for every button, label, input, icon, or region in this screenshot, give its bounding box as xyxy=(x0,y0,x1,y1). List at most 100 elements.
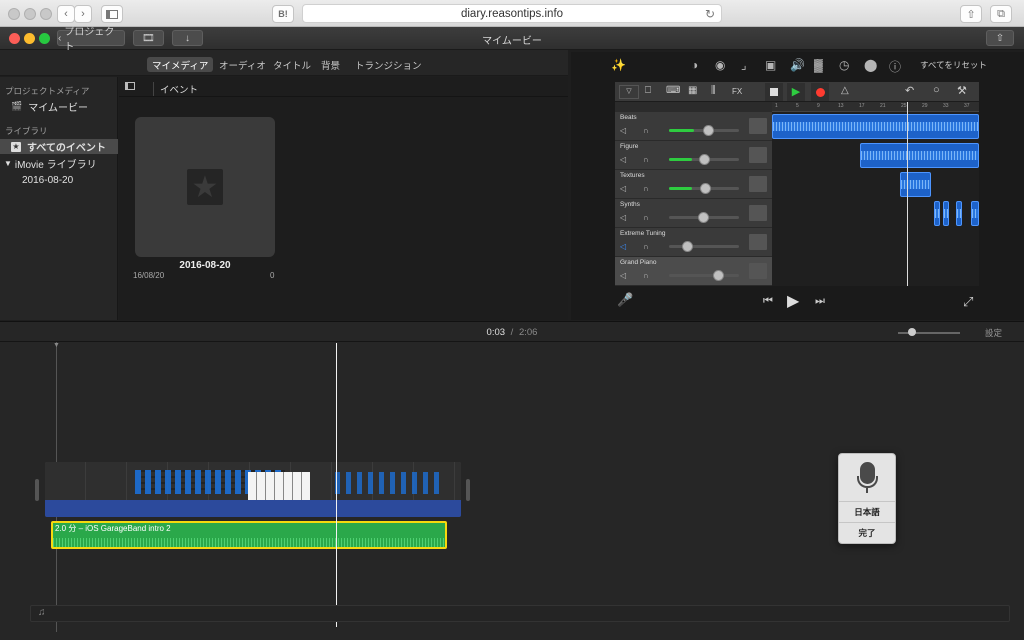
headphones-icon[interactable]: ∩ xyxy=(643,126,649,135)
tabs-overview-button[interactable]: ⧉ xyxy=(990,5,1012,23)
stabilization-icon[interactable]: ▣ xyxy=(765,58,776,72)
track-volume-slider[interactable] xyxy=(669,183,739,194)
audio-clip[interactable]: 2.0 分 – iOS GarageBand intro 2 xyxy=(51,521,447,549)
dictation-done-button[interactable]: 完了 xyxy=(839,522,895,543)
skip-back-icon[interactable]: ⏮ xyxy=(763,295,773,308)
track-volume-slider[interactable] xyxy=(669,125,739,136)
dictation-language-button[interactable]: 日本語 xyxy=(839,501,895,522)
speed-icon[interactable]: ◷ xyxy=(839,58,849,72)
address-bar[interactable]: diary.reasontips.info ↻ xyxy=(302,4,722,23)
timeline-playhead[interactable] xyxy=(336,343,337,627)
sidebar-toggle-button[interactable] xyxy=(101,5,123,23)
track-header[interactable]: Beats ◁ ∩ xyxy=(615,112,772,141)
crop-icon[interactable]: ⌟ xyxy=(741,58,747,72)
zoom-window-button[interactable] xyxy=(40,8,52,20)
track-volume-slider[interactable] xyxy=(669,154,739,165)
magic-wand-icon[interactable]: ✨ xyxy=(611,58,626,72)
volume-knob[interactable] xyxy=(699,154,710,165)
track-header[interactable]: Textures ◁ ∩ xyxy=(615,170,772,199)
clip-left-handle[interactable] xyxy=(35,479,39,501)
sidebar-item-all-events[interactable]: ★ すべてのイベント xyxy=(0,139,118,154)
record-button[interactable] xyxy=(811,83,829,101)
gb-playhead[interactable] xyxy=(907,102,908,286)
track-volume-slider[interactable] xyxy=(669,212,739,223)
tab-audio[interactable]: オーディオ xyxy=(214,57,271,72)
forward-button[interactable]: › xyxy=(74,5,92,23)
share-project-button[interactable]: ⇧ xyxy=(986,30,1014,46)
undo-icon[interactable]: ↶ xyxy=(905,84,914,97)
track-header[interactable]: Synths ◁ ∩ xyxy=(615,199,772,228)
volume-knob[interactable] xyxy=(713,270,724,281)
mute-speaker-icon[interactable]: ◁ xyxy=(620,155,626,164)
tracks-view-icon[interactable]: ⎕ xyxy=(645,85,651,96)
mute-speaker-icon[interactable]: ◁ xyxy=(620,271,626,280)
sidebar-toggle-icon[interactable] xyxy=(125,82,135,90)
track-header[interactable]: Extreme Tuning ◁ ∩ xyxy=(615,228,772,257)
filters-icon[interactable]: ⬤ xyxy=(864,58,877,72)
mixer-icon[interactable]: ⫼ xyxy=(711,85,716,96)
back-button[interactable]: ‹ xyxy=(57,5,75,23)
sidebar-item-my-movie[interactable]: 🎬 マイムービー xyxy=(0,99,118,114)
sidebar-item-event-date[interactable]: 2016-08-20 xyxy=(0,173,118,188)
region-textures[interactable] xyxy=(900,172,931,197)
reload-icon[interactable]: ↻ xyxy=(705,7,715,21)
grid-icon[interactable]: ▦ xyxy=(688,85,697,96)
volume-knob[interactable] xyxy=(703,125,714,136)
video-clip[interactable] xyxy=(45,462,461,517)
wrench-icon[interactable]: ⚒ xyxy=(957,84,967,97)
tab-titles[interactable]: タイトル xyxy=(268,57,316,72)
dropdown-icon[interactable]: ▽ xyxy=(619,85,639,99)
region-synths-1[interactable] xyxy=(934,201,940,226)
clip-right-handle[interactable] xyxy=(466,479,470,501)
tab-transitions[interactable]: トランジション xyxy=(350,57,427,72)
voiceover-mic-icon[interactable]: 🎤 xyxy=(617,292,633,308)
headphones-icon[interactable]: ∩ xyxy=(643,242,649,251)
color-balance-icon[interactable]: ◑ xyxy=(691,58,698,72)
tab-backgrounds[interactable]: 背景 xyxy=(316,57,345,72)
fx-button[interactable]: FX xyxy=(732,87,742,96)
share-button[interactable]: ⇧ xyxy=(960,5,982,23)
headphones-icon[interactable]: ∩ xyxy=(643,271,649,280)
event-thumbnail[interactable]: ★ xyxy=(135,117,275,257)
region-synths-3[interactable] xyxy=(956,201,962,226)
loop-icon[interactable]: ○ xyxy=(933,84,940,96)
headphones-icon[interactable]: ∩ xyxy=(643,155,649,164)
track-header[interactable]: Figure ◁ ∩ xyxy=(615,141,772,170)
headphones-icon[interactable]: ∩ xyxy=(643,213,649,222)
equalizer-icon[interactable]: ▓ xyxy=(814,58,823,72)
metronome-icon[interactable]: △ xyxy=(841,85,849,96)
mute-speaker-icon[interactable]: ◁ xyxy=(620,242,626,251)
play-button[interactable]: ▶ xyxy=(787,83,805,101)
track-volume-slider[interactable] xyxy=(669,270,739,281)
timeline-settings-button[interactable]: 設定 xyxy=(985,327,1002,339)
zoom-slider[interactable] xyxy=(898,328,960,336)
volume-knob[interactable] xyxy=(698,212,709,223)
background-music-well[interactable]: ♫ xyxy=(30,605,1010,622)
track-volume-slider[interactable] xyxy=(669,241,739,252)
volume-knob[interactable] xyxy=(700,183,711,194)
headphones-icon[interactable]: ∩ xyxy=(643,184,649,193)
mute-speaker-icon[interactable]: ◁ xyxy=(620,213,626,222)
mute-speaker-icon[interactable]: ◁ xyxy=(620,184,626,193)
zoom-slider-knob[interactable] xyxy=(908,328,916,336)
tab-my-media[interactable]: マイメディア xyxy=(147,57,214,72)
reset-all-button[interactable]: すべてをリセット xyxy=(920,59,987,71)
region-synths-2[interactable] xyxy=(943,201,949,226)
minimize-window-button[interactable] xyxy=(24,8,36,20)
sidebar-item-imovie-library[interactable]: ▼ iMovie ライブラリ xyxy=(0,156,118,171)
volume-icon[interactable]: 🔊 xyxy=(790,58,805,72)
info-icon[interactable]: ⓘ xyxy=(889,58,901,75)
bookmark-button[interactable]: B! xyxy=(272,5,294,23)
region-figure[interactable] xyxy=(860,143,979,168)
close-window-button[interactable] xyxy=(8,8,20,20)
region-synths-4[interactable] xyxy=(971,201,979,226)
track-header[interactable]: Grand Piano ◁ ∩ xyxy=(615,257,772,286)
mute-speaker-icon[interactable]: ◁ xyxy=(620,126,626,135)
color-palette-icon[interactable]: ◉ xyxy=(715,58,725,72)
play-icon[interactable]: ▶ xyxy=(787,291,799,311)
fullscreen-icon[interactable]: ⤢ xyxy=(963,294,973,310)
volume-knob[interactable] xyxy=(682,241,693,252)
skip-forward-icon[interactable]: ⏭ xyxy=(815,295,825,308)
stop-button[interactable] xyxy=(765,83,783,101)
keyboard-icon[interactable]: ⌨ xyxy=(666,85,680,96)
